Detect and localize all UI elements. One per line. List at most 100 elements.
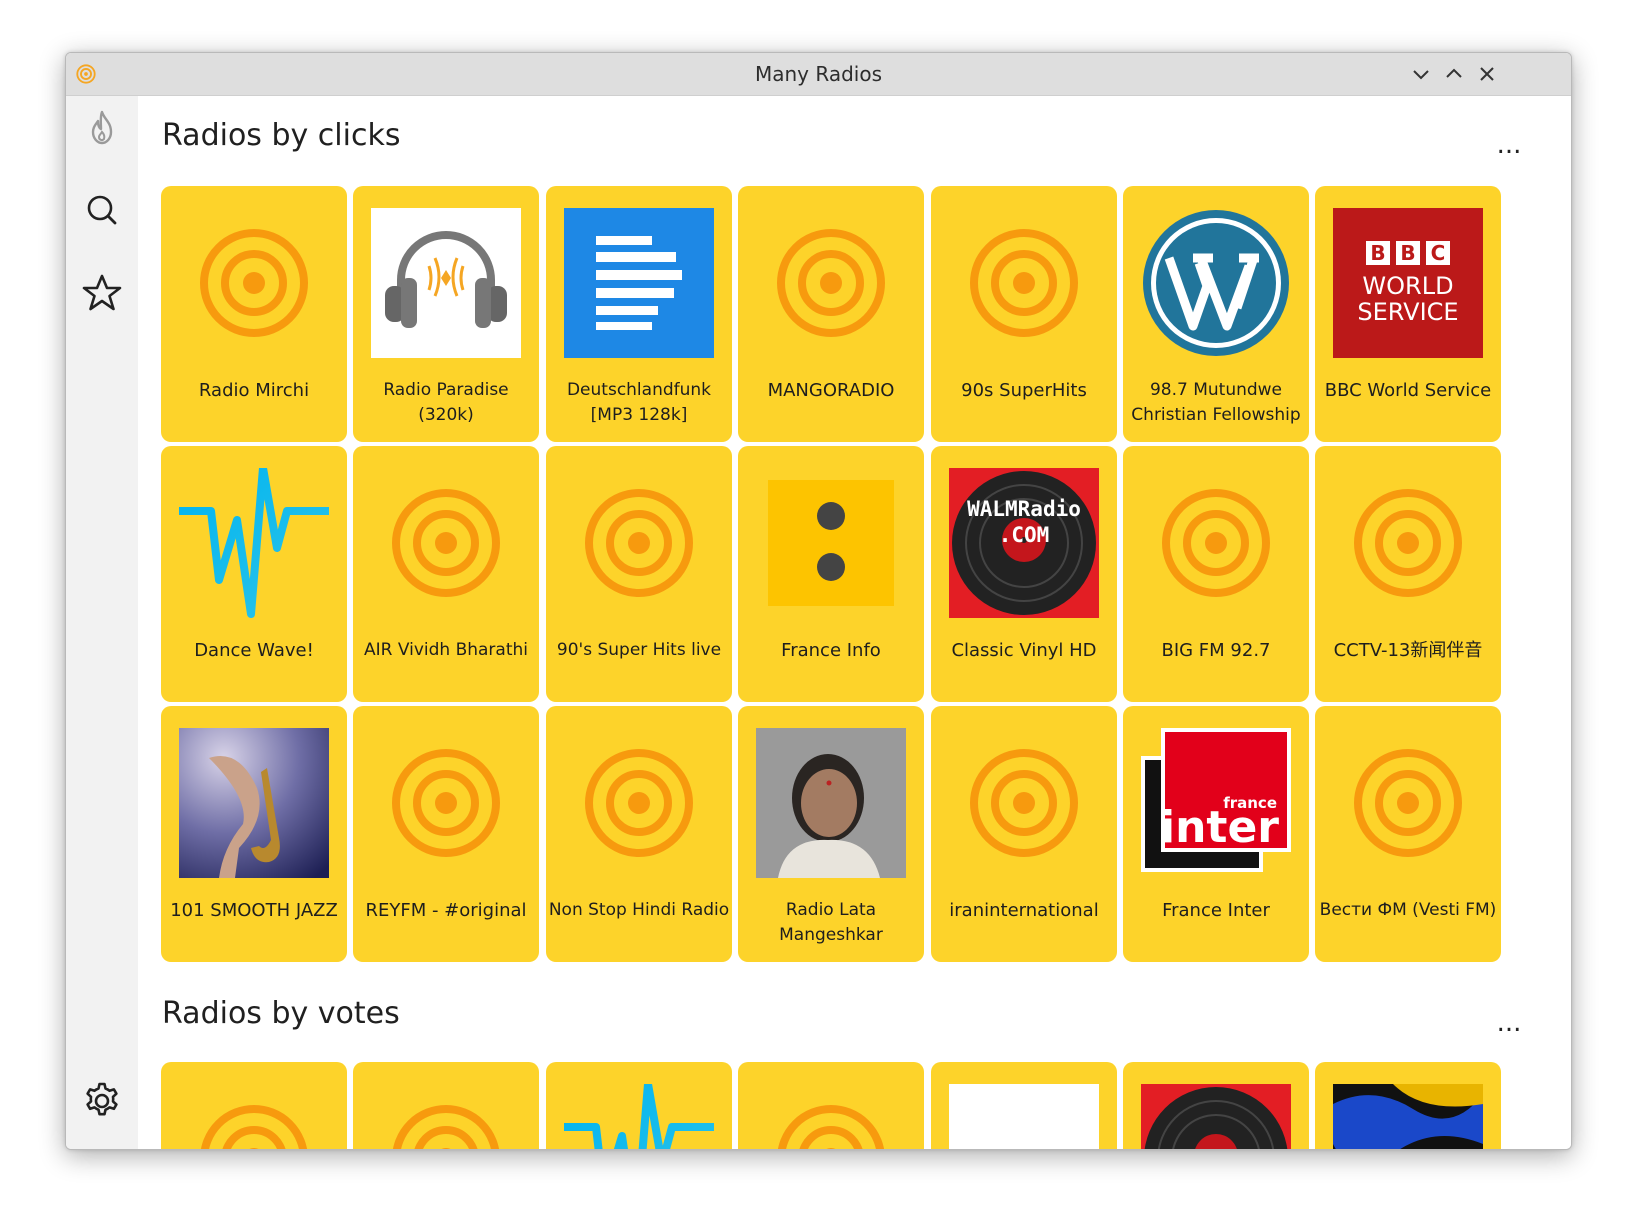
bbc-world-service-icon: B B C WORLD SERVICE	[1333, 208, 1483, 358]
station-name: AIR Vividh Bharathi	[363, 640, 528, 660]
window-title: Many Radios	[754, 62, 882, 86]
station-name: iraninternational	[949, 900, 1099, 921]
station-card[interactable]: Вести ФМ (Vesti FM)	[1315, 706, 1501, 962]
station-name: France Info	[781, 640, 881, 661]
station-name: MANGORADIO	[767, 380, 895, 401]
station-name: 90s SuperHits	[961, 380, 1087, 401]
radio-default-icon	[179, 1084, 329, 1149]
station-name: France Inter	[1162, 900, 1270, 921]
more-button-clicks[interactable]: ...	[1492, 132, 1526, 158]
station-card[interactable]: AIR Vividh Bharathi	[353, 446, 539, 702]
station-card[interactable]: B B C WORLD SERVICE BBC World Service	[1315, 186, 1501, 442]
station-card[interactable]: BIG FM 92.7	[1123, 446, 1309, 702]
star-icon[interactable]	[80, 271, 124, 315]
station-card[interactable]: Radio Lata Mangeshkar	[738, 706, 924, 962]
more-button-votes[interactable]: ...	[1492, 1010, 1526, 1036]
title-bar[interactable]: Many Radios	[66, 53, 1571, 96]
station-card[interactable]: 98.7 Mutundwe Christian Fellowship	[1123, 186, 1309, 442]
radio-default-icon	[949, 208, 1099, 358]
flame-icon[interactable]	[80, 106, 124, 150]
radio-default-icon	[949, 728, 1099, 878]
station-card[interactable]: 101 SMOOTH JAZZ	[161, 706, 347, 962]
app-window: Many Radios Radios by clicks ... Radio M…	[65, 52, 1572, 1150]
svg-text:WORLD: WORLD	[1362, 272, 1453, 300]
station-name: Radio Lata Mangeshkar	[779, 900, 883, 945]
two-dots-icon	[756, 468, 906, 618]
radio-default-icon	[564, 728, 714, 878]
station-card[interactable]: Deutschlandfunk [MP3 128k]	[546, 186, 732, 442]
station-card[interactable]	[353, 1062, 539, 1149]
pulse-wave-icon	[179, 468, 329, 618]
station-name: Вести ФМ (Vesti FM)	[1319, 900, 1497, 920]
station-name: BIG FM 92.7	[1161, 640, 1271, 661]
station-name: Radio Paradise (320k)	[383, 380, 509, 425]
station-name: CCTV-13新闻伴音	[1333, 640, 1483, 661]
radio-default-icon	[1141, 468, 1291, 618]
radio-default-icon	[371, 1084, 521, 1149]
svg-text:B: B	[1370, 241, 1385, 265]
station-name: Deutschlandfunk [MP3 128k]	[566, 380, 712, 425]
main-content: Radios by clicks ... Radio Mirchi Radio P…	[138, 96, 1571, 1149]
sidebar	[66, 96, 138, 1149]
svg-text:inter: inter	[1160, 802, 1279, 853]
radio-default-icon	[179, 208, 329, 358]
radio-default-icon	[371, 468, 521, 618]
station-card[interactable]: 90s SuperHits	[931, 186, 1117, 442]
station-card[interactable]: WALMRadio .COM Classic Vinyl HD	[931, 446, 1117, 702]
svg-text:C: C	[1431, 241, 1446, 265]
station-card[interactable]: 90's Super Hits live	[546, 446, 732, 702]
station-card[interactable]: CCTV-13新闻伴音	[1315, 446, 1501, 702]
svg-text:B: B	[1400, 241, 1415, 265]
station-name: BBC World Service	[1324, 380, 1492, 401]
radio-default-icon	[756, 208, 906, 358]
close-icon[interactable]	[1476, 63, 1498, 85]
svg-text:.COM: .COM	[999, 523, 1050, 547]
headphones-icon	[371, 208, 521, 358]
pulse-wave-icon	[564, 1084, 714, 1149]
white-logo-icon	[949, 1084, 1099, 1149]
station-card[interactable]: france inter France Inter	[1123, 706, 1309, 962]
abstract-art-icon	[1333, 1084, 1483, 1149]
vinyl-record-icon	[1141, 1084, 1291, 1149]
station-card[interactable]: France Info	[738, 446, 924, 702]
radio-default-icon	[756, 1084, 906, 1149]
station-name: Non Stop Hindi Radio	[548, 900, 730, 920]
station-name: 101 SMOOTH JAZZ	[170, 900, 338, 921]
station-card[interactable]	[1123, 1062, 1309, 1149]
search-icon[interactable]	[80, 188, 124, 232]
station-name: Classic Vinyl HD	[951, 640, 1097, 661]
station-name: 98.7 Mutundwe Christian Fellowship	[1131, 380, 1301, 425]
station-card[interactable]	[1315, 1062, 1501, 1149]
station-card[interactable]: MANGORADIO	[738, 186, 924, 442]
france-inter-icon: france inter	[1141, 728, 1291, 878]
station-card[interactable]: Radio Paradise (320k)	[353, 186, 539, 442]
gear-icon[interactable]	[80, 1079, 124, 1123]
section-title-votes: Radios by votes	[162, 996, 400, 1031]
station-card[interactable]: REYFM - #original	[353, 706, 539, 962]
station-card[interactable]	[546, 1062, 732, 1149]
svg-text:WALMRadio: WALMRadio	[967, 497, 1081, 521]
station-card[interactable]: Radio Mirchi	[161, 186, 347, 442]
station-card[interactable]	[931, 1062, 1117, 1149]
station-card[interactable]	[161, 1062, 347, 1149]
station-name: 90's Super Hits live	[556, 640, 722, 660]
station-card[interactable]	[738, 1062, 924, 1149]
svg-text:SERVICE: SERVICE	[1357, 298, 1458, 326]
station-card[interactable]: Dance Wave!	[161, 446, 347, 702]
section-title-clicks: Radios by clicks	[162, 118, 401, 153]
station-name: Dance Wave!	[194, 640, 314, 661]
radio-default-icon	[564, 468, 714, 618]
maximize-icon[interactable]	[1443, 63, 1465, 85]
saxophone-photo-icon	[179, 728, 329, 878]
radio-default-icon	[1333, 728, 1483, 878]
minimize-icon[interactable]	[1410, 63, 1432, 85]
portrait-photo-icon	[756, 728, 906, 878]
wordpress-icon	[1141, 208, 1291, 358]
text-lines-icon	[564, 208, 714, 358]
station-name: Radio Mirchi	[198, 380, 310, 401]
station-card[interactable]: Non Stop Hindi Radio	[546, 706, 732, 962]
vinyl-record-icon: WALMRadio .COM	[949, 468, 1099, 618]
radio-default-icon	[371, 728, 521, 878]
station-card[interactable]: iraninternational	[931, 706, 1117, 962]
radio-default-icon	[1333, 468, 1483, 618]
